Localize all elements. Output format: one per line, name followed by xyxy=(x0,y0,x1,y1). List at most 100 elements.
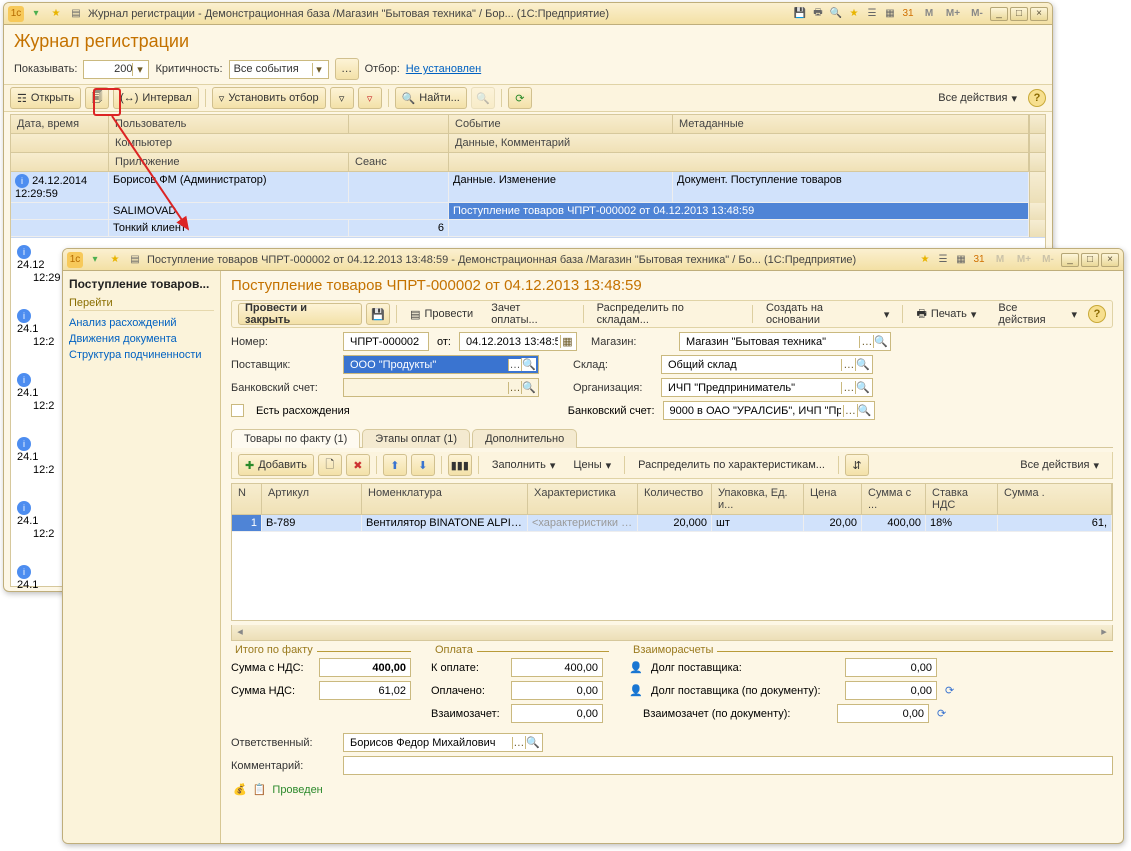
window-title-2: Поступление товаров ЧПРТ-000002 от 04.12… xyxy=(147,254,856,266)
refresh-icon[interactable]: ⟳ xyxy=(945,684,959,698)
col-event[interactable]: Событие xyxy=(449,115,673,133)
filter-link[interactable]: Не установлен xyxy=(406,63,481,75)
back-icon[interactable]: ▾ xyxy=(28,6,44,22)
plus-icon: ✚ xyxy=(245,459,254,472)
vat-field: 61,02 xyxy=(319,681,411,700)
delete-row-button[interactable]: ✖ xyxy=(346,454,370,476)
find-clear-button[interactable]: 🔍 xyxy=(471,87,495,109)
store-field[interactable]: …🔍 xyxy=(679,332,891,351)
calendar-icon[interactable]: 31 xyxy=(971,252,987,268)
open-button[interactable]: ☶Открыть xyxy=(10,87,81,109)
list-icon[interactable]: ☰ xyxy=(935,252,951,268)
warehouse-field[interactable]: …🔍 xyxy=(661,355,873,374)
back-icon[interactable]: ▾ xyxy=(87,252,103,268)
fav-icon[interactable]: ★ xyxy=(107,252,123,268)
memory-mminus[interactable]: M- xyxy=(1037,252,1059,268)
close-button[interactable]: × xyxy=(1101,253,1119,267)
memory-mplus[interactable]: M+ xyxy=(942,6,964,22)
expand-button[interactable]: ⇵ xyxy=(845,454,869,476)
memory-mminus[interactable]: M- xyxy=(966,6,988,22)
memory-m[interactable]: M xyxy=(918,6,940,22)
nav-section: Перейти xyxy=(69,297,214,311)
scroll-up-button[interactable] xyxy=(1029,115,1045,133)
calendar-icon[interactable]: 31 xyxy=(900,6,916,22)
tab-additional[interactable]: Дополнительно xyxy=(472,429,577,448)
save-icon[interactable]: 💾 xyxy=(792,6,808,22)
col-date[interactable]: Дата, время xyxy=(11,115,109,133)
bank-field[interactable]: …🔍 xyxy=(343,378,539,397)
move-up-button[interactable]: ⬆ xyxy=(383,454,407,476)
barcode-button[interactable]: ▮▮▮ xyxy=(448,454,472,476)
open-icon: ☶ xyxy=(17,92,27,105)
print-button[interactable]: 🖶Печать▾ xyxy=(909,303,983,325)
comment-field[interactable] xyxy=(343,756,1113,775)
set-filter-button[interactable]: ▿Установить отбор xyxy=(212,87,326,109)
nav-title: Поступление товаров... xyxy=(69,277,214,291)
preview-icon[interactable]: 🔍 xyxy=(828,6,844,22)
supplier-field[interactable]: …🔍 xyxy=(343,355,539,374)
magnify-icon: 🔍 xyxy=(402,92,416,105)
refresh-button[interactable]: ⟳ xyxy=(508,87,532,109)
distribute-chars-button[interactable]: Распределить по характеристикам... xyxy=(631,454,832,476)
offset-button[interactable]: Зачет оплаты... xyxy=(484,303,576,325)
tab-payments[interactable]: Этапы оплат (1) xyxy=(362,429,470,448)
memory-m[interactable]: M xyxy=(989,252,1011,268)
date-field[interactable]: ▦ xyxy=(459,332,577,351)
distribute-button[interactable]: Распределить по складам... xyxy=(590,303,746,325)
maximize-button[interactable]: □ xyxy=(1081,253,1099,267)
calc-icon[interactable]: ▦ xyxy=(882,6,898,22)
window-title: Журнал регистрации - Демонстрационная ба… xyxy=(88,8,609,20)
move-down-button[interactable]: ⬇ xyxy=(411,454,435,476)
stamp-icon[interactable]: 📋 xyxy=(253,783,267,796)
print-icon[interactable]: 🖶 xyxy=(810,6,826,22)
table-all-actions[interactable]: Все действия▾ xyxy=(1013,454,1106,476)
minimize-button[interactable]: _ xyxy=(1061,253,1079,267)
close-button[interactable]: × xyxy=(1030,7,1048,21)
nav-panel: Поступление товаров... Перейти Анализ ра… xyxy=(63,271,221,843)
save-button[interactable]: 💾 xyxy=(366,303,390,325)
number-field[interactable] xyxy=(343,332,429,351)
nav-link-1[interactable]: Движения документа xyxy=(69,331,214,347)
bank2-field[interactable]: …🔍 xyxy=(663,401,875,420)
memory-mplus[interactable]: M+ xyxy=(1013,252,1035,268)
calc-icon[interactable]: ▦ xyxy=(953,252,969,268)
find-button[interactable]: 🔍Найти... xyxy=(395,87,467,109)
responsible-field[interactable]: …🔍 xyxy=(343,733,543,752)
col-user[interactable]: Пользователь xyxy=(109,115,349,133)
interval-icon: (↔) xyxy=(120,92,138,104)
copy-row-button[interactable]: 🗋 xyxy=(318,454,342,476)
help-icon[interactable]: ? xyxy=(1028,89,1046,107)
col-session[interactable] xyxy=(349,115,449,133)
money-icon[interactable]: 💰 xyxy=(233,783,247,796)
criticality-combo[interactable]: Все события▾ xyxy=(229,60,329,79)
col-metadata[interactable]: Метаданные xyxy=(673,115,1029,133)
fill-button[interactable]: Заполнить▾ xyxy=(485,454,563,476)
nav-link-2[interactable]: Структура подчиненности xyxy=(69,347,214,363)
all-actions-button[interactable]: Все действия▾ xyxy=(931,87,1024,109)
all-actions-button-2[interactable]: Все действия▾ xyxy=(991,303,1084,325)
post-button[interactable]: ▤Провести xyxy=(403,303,480,325)
save-close-button[interactable]: Провести и закрыть xyxy=(238,303,362,325)
help-icon[interactable]: ? xyxy=(1088,305,1106,323)
star-icon[interactable]: ★ xyxy=(917,252,933,268)
show-count[interactable]: 200▾ xyxy=(83,60,149,79)
maximize-button[interactable]: □ xyxy=(1010,7,1028,21)
clear-filter-button[interactable]: ▿ xyxy=(358,87,382,109)
tab-goods[interactable]: Товары по факту (1) xyxy=(231,429,360,448)
filter-cell-button[interactable]: ▿ xyxy=(330,87,354,109)
fav-icon[interactable]: ★ xyxy=(48,6,64,22)
add-row-button[interactable]: ✚Добавить xyxy=(238,454,314,476)
list-icon[interactable]: ☰ xyxy=(864,6,880,22)
discrepancy-checkbox[interactable] xyxy=(231,404,244,417)
refresh-icon[interactable]: ⟳ xyxy=(937,707,951,721)
nav-link-0[interactable]: Анализ расхождений xyxy=(69,315,214,331)
create-based-button[interactable]: Создать на основании▾ xyxy=(759,303,896,325)
criticality-settings-button[interactable]: … xyxy=(335,58,359,80)
org-field[interactable]: …🔍 xyxy=(661,378,873,397)
doc-title: Поступление товаров ЧПРТ-000002 от 04.12… xyxy=(231,277,1113,294)
interval-button[interactable]: (↔)Интервал xyxy=(113,87,199,109)
info-icon: i xyxy=(15,174,29,188)
prices-button[interactable]: Цены▾ xyxy=(566,454,618,476)
minimize-button[interactable]: _ xyxy=(990,7,1008,21)
star-icon[interactable]: ★ xyxy=(846,6,862,22)
